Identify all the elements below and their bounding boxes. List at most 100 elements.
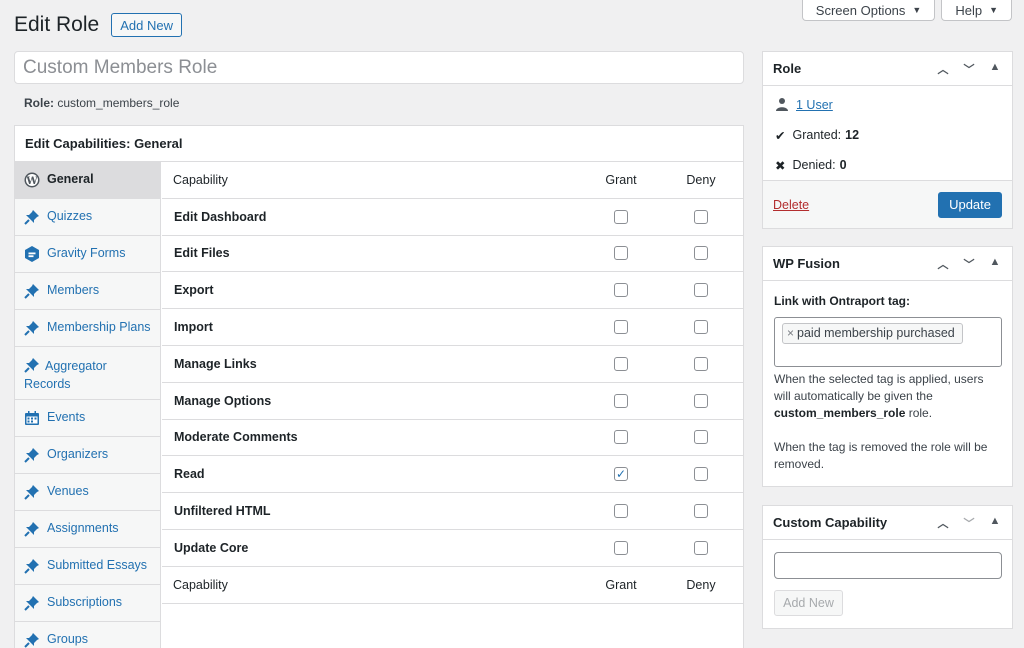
pin-icon — [24, 283, 40, 299]
fusion-description-text: When the selected tag is applied, users … — [774, 372, 984, 403]
table-row: Update Core — [162, 530, 743, 567]
move-down-icon[interactable]: ﹀ — [962, 515, 976, 531]
deny-checkbox[interactable] — [694, 246, 708, 261]
screen-meta-links: Screen Options ▼ Help ▼ — [801, 0, 1012, 21]
edit-capabilities-box: Edit Capabilities: General W General Quizz… — [14, 125, 744, 648]
collapse-toggle-icon[interactable]: ▲ — [988, 515, 1002, 531]
sidebar-item-quizzes[interactable]: Quizzes — [15, 199, 160, 236]
denied-label: Denied: — [792, 158, 836, 172]
table-header-row: Capability Grant Deny — [162, 162, 743, 199]
sidebar-item-submitted-essays[interactable]: Submitted Essays — [15, 548, 160, 585]
ontraport-tag-select[interactable]: × paid membership purchased — [774, 317, 1002, 367]
column-header-grant: Grant — [605, 577, 637, 592]
pin-icon — [24, 558, 40, 574]
role-slug-value: custom_members_role — [57, 96, 180, 110]
grant-checkbox[interactable] — [614, 356, 628, 371]
wp-fusion-title: WP Fusion — [773, 256, 840, 271]
capability-name: Manage Options — [174, 393, 272, 408]
grant-cell — [581, 320, 661, 335]
grant-cell: ✓ — [581, 467, 661, 482]
sidebar-item-venues[interactable]: Venues — [15, 474, 160, 511]
deny-checkbox[interactable] — [694, 540, 708, 555]
deny-checkbox[interactable] — [694, 356, 708, 371]
grant-checkbox[interactable] — [614, 393, 628, 408]
deny-cell — [661, 430, 741, 445]
ontraport-tag-label: Link with Ontraport tag: — [774, 294, 910, 308]
screen-options-toggle[interactable]: Screen Options ▼ — [801, 0, 936, 21]
grant-cell — [581, 430, 661, 445]
svg-text:W: W — [25, 176, 38, 187]
sidebar-item-label: General — [47, 172, 94, 186]
grant-cell — [581, 540, 661, 555]
grant-checkbox[interactable] — [614, 246, 628, 261]
sidebar-item-label: Venues — [47, 484, 89, 498]
role-name-input[interactable]: Custom Members Role — [14, 51, 744, 84]
table-row: Export — [162, 272, 743, 310]
grant-cell — [581, 283, 661, 298]
deny-checkbox[interactable] — [694, 504, 708, 519]
pin-icon — [24, 357, 40, 373]
deny-checkbox[interactable] — [694, 430, 708, 445]
move-down-icon[interactable]: ﹀ — [962, 61, 976, 77]
role-slug: Role: custom_members_role — [24, 96, 179, 110]
remove-tag-icon[interactable]: × — [787, 325, 794, 342]
custom-capability-title: Custom Capability — [773, 515, 888, 530]
move-up-icon[interactable]: ︿ — [936, 61, 950, 77]
capability-name: Manage Links — [174, 356, 257, 371]
column-header-deny: Deny — [686, 577, 716, 592]
deny-checkbox[interactable] — [694, 283, 708, 298]
sidebar-item-membership-plans[interactable]: Membership Plans — [15, 310, 160, 347]
sidebar-item-label: Submitted Essays — [47, 558, 148, 572]
sidebar-item-groups[interactable]: Groups — [15, 622, 160, 648]
grant-checkbox[interactable] — [614, 504, 628, 519]
table-footer-row: Capability Grant Deny — [162, 567, 743, 604]
fusion-description-suffix: role. — [905, 406, 933, 420]
add-new-role-button[interactable]: Add New — [111, 13, 182, 37]
granted-label: Granted: — [792, 128, 842, 142]
help-toggle[interactable]: Help ▼ — [941, 0, 1012, 21]
deny-checkbox[interactable] — [694, 320, 708, 335]
grant-checkbox[interactable] — [614, 430, 628, 445]
deny-checkbox[interactable] — [694, 393, 708, 408]
update-button[interactable]: Update — [938, 191, 1002, 218]
grant-checkbox[interactable] — [614, 283, 628, 298]
grant-checkbox[interactable]: ✓ — [614, 467, 628, 482]
wp-fusion-metabox: WP Fusion ︿ ﹀ ▲ Link with Ontraport tag:… — [762, 246, 1013, 487]
capability-name: Edit Dashboard — [174, 209, 267, 224]
deny-checkbox[interactable] — [694, 467, 708, 482]
custom-capability-input[interactable] — [774, 552, 1002, 579]
users-link[interactable]: 1 User — [796, 98, 833, 112]
granted-count: 12 — [845, 128, 860, 142]
selected-tag-chip: × paid membership purchased — [782, 323, 963, 344]
deny-cell — [661, 356, 741, 371]
sidebar-item-organizers[interactable]: Organizers — [15, 437, 160, 474]
grant-checkbox[interactable] — [614, 540, 628, 555]
grant-checkbox[interactable] — [614, 209, 628, 224]
sidebar-item-subscriptions[interactable]: Subscriptions — [15, 585, 160, 622]
sidebar-item-general[interactable]: W General — [15, 162, 160, 199]
move-up-icon[interactable]: ︿ — [936, 256, 950, 272]
sidebar-item-events[interactable]: Events — [15, 400, 160, 437]
grant-checkbox[interactable] — [614, 320, 628, 335]
metabox-controls: ︿ ﹀ ▲ — [936, 515, 1002, 531]
collapse-toggle-icon[interactable]: ▲ — [988, 256, 1002, 272]
sidebar-item-members[interactable]: Members — [15, 273, 160, 310]
gravity-forms-icon — [24, 246, 40, 262]
sidebar-item-label: Gravity Forms — [47, 246, 126, 260]
capability-name: Import — [174, 320, 213, 335]
move-down-icon[interactable]: ﹀ — [962, 256, 976, 272]
delete-role-link[interactable]: Delete — [773, 198, 809, 212]
grant-cell — [581, 393, 661, 408]
collapse-toggle-icon[interactable]: ▲ — [988, 61, 1002, 77]
deny-checkbox[interactable] — [694, 209, 708, 224]
add-custom-capability-button[interactable]: Add New — [774, 590, 843, 616]
deny-cell — [661, 283, 741, 298]
role-users-line: 1 User — [763, 90, 1012, 120]
sidebar-item-assignments[interactable]: Assignments — [15, 511, 160, 548]
capability-name: Update Core — [174, 540, 249, 555]
sidebar-item-gravity-forms[interactable]: Gravity Forms — [15, 236, 160, 273]
table-row: Unfiltered HTML — [162, 493, 743, 530]
column-header-capability: Capability — [173, 172, 228, 187]
move-up-icon[interactable]: ︿ — [936, 515, 950, 531]
sidebar-item-aggregator-records[interactable]: Aggregator Records — [15, 347, 160, 400]
